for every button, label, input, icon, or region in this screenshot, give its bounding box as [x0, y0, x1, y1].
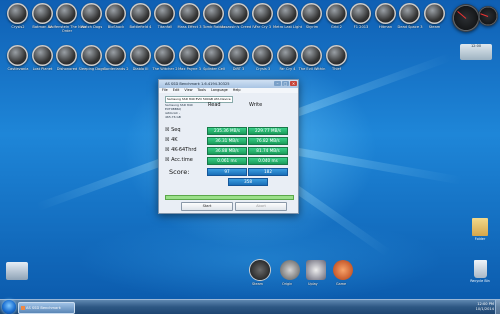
progress-bar — [165, 195, 294, 200]
steam-dock-icon[interactable] — [250, 260, 270, 280]
drive-info: Samsung SSD 840 EXT0BB6Q iaStorAC - 465.… — [165, 103, 203, 125]
drive-size: 465.76 GB — [165, 115, 181, 119]
menu-file[interactable]: File — [162, 88, 168, 92]
desktop-shortcut[interactable]: Steam — [415, 3, 455, 43]
close-button[interactable]: × — [290, 81, 297, 86]
menu-language[interactable]: Language — [211, 88, 228, 92]
benchmark-window: AS SSD Benchmark 1.6.4194.30325 – □ × Fi… — [158, 79, 299, 214]
desktop: Crysis2 Batman AA Wolfenstein The New Orde… — [0, 0, 500, 299]
dock-label: Uplay — [308, 282, 318, 286]
menu-bar: File Edit View Tools Language Help — [159, 88, 298, 93]
seq-read-value: 235.36 MB/s — [207, 127, 247, 135]
abort-button[interactable]: Abort — [235, 202, 287, 211]
row-label-4k64[interactable]: ☒ 4K-64Thrd — [165, 147, 197, 153]
4k-write-value: 76.82 MB/s — [248, 137, 288, 145]
window-title: AS SSD Benchmark 1.6.4194.30325 — [165, 82, 230, 86]
row-label-4k[interactable]: ☒ 4K — [165, 137, 178, 143]
row-label-acctime[interactable]: ☒ Acc.time — [165, 157, 193, 163]
minimize-button[interactable]: – — [274, 81, 281, 86]
game-dock-icon[interactable] — [333, 260, 353, 280]
clock-gadget[interactable]: 12:00 — [460, 44, 492, 60]
menu-edit[interactable]: Edit — [173, 88, 180, 92]
acctime-write-value: 0.040 ms — [248, 157, 288, 165]
start-button[interactable]: Start — [181, 202, 233, 211]
dock-label: Origin — [282, 282, 293, 286]
cpu-meter-gadget[interactable] — [452, 4, 480, 32]
maximize-button[interactable]: □ — [282, 81, 289, 86]
dock-label: Steam — [252, 282, 263, 286]
score-label: Score: — [169, 168, 190, 176]
gauge-needle — [457, 10, 467, 19]
clock-gadget-text: 12:00 — [470, 44, 482, 48]
menu-help[interactable]: Help — [233, 88, 241, 92]
acctime-read-value: 0.061 ms — [207, 157, 247, 165]
read-column-header: Read — [208, 102, 221, 108]
start-orb-button[interactable] — [2, 300, 16, 314]
game-icon — [423, 3, 445, 24]
app-icon — [21, 306, 25, 310]
desktop-shortcut[interactable]: Thief — [317, 45, 357, 85]
gauge-needle — [480, 13, 489, 17]
menu-view[interactable]: View — [184, 88, 192, 92]
taskbar: AS SSD Benchmark 12:00 PM 10/1/2014 — [0, 299, 500, 314]
uplay-dock-icon[interactable] — [306, 260, 326, 280]
recycle-bin-icon[interactable] — [474, 260, 487, 278]
folder-label: Folder — [474, 237, 486, 241]
write-column-header: Write — [249, 102, 263, 108]
recycle-bin-label: Recycle Bin — [470, 279, 490, 283]
origin-dock-icon[interactable] — [280, 260, 300, 280]
ram-meter-gadget[interactable] — [478, 6, 498, 26]
game-icon — [325, 45, 347, 66]
4k64-write-value: 81.74 MB/s — [248, 147, 288, 155]
window-titlebar[interactable]: AS SSD Benchmark 1.6.4194.30325 – □ × — [159, 80, 298, 88]
tray-date: 10/1/2014 — [475, 307, 494, 311]
score-write-value: 182 — [248, 168, 288, 176]
4k-read-value: 36.31 MB/s — [207, 137, 247, 145]
system-tray-clock[interactable]: 12:00 PM 10/1/2014 — [476, 302, 494, 312]
seq-write-value: 229.77 MB/s — [248, 127, 288, 135]
taskbar-item-benchmark[interactable]: AS SSD Benchmark — [18, 302, 75, 314]
folder-icon[interactable] — [472, 218, 488, 236]
drive-select-value: Samsung SSD 840 EVO 500GB ATA Device — [167, 97, 231, 101]
desktop-shortcut-label: Steam — [428, 25, 441, 29]
row-label-seq[interactable]: ☒ Seq — [165, 127, 181, 133]
computer-gadget-icon[interactable] — [6, 262, 28, 280]
menu-tools[interactable]: Tools — [198, 88, 206, 92]
4k64-read-value: 36.88 MB/s — [207, 147, 247, 155]
score-read-value: 97 — [207, 168, 247, 176]
taskbar-item-label: AS SSD Benchmark — [26, 306, 61, 310]
dock-label: Game — [336, 282, 347, 286]
desktop-shortcut-label: Thief — [332, 67, 341, 71]
drive-select[interactable]: Samsung SSD 840 EVO 500GB ATA Device — [165, 96, 233, 103]
show-desktop-button[interactable] — [495, 300, 500, 314]
score-total-value: 358 — [228, 178, 268, 186]
